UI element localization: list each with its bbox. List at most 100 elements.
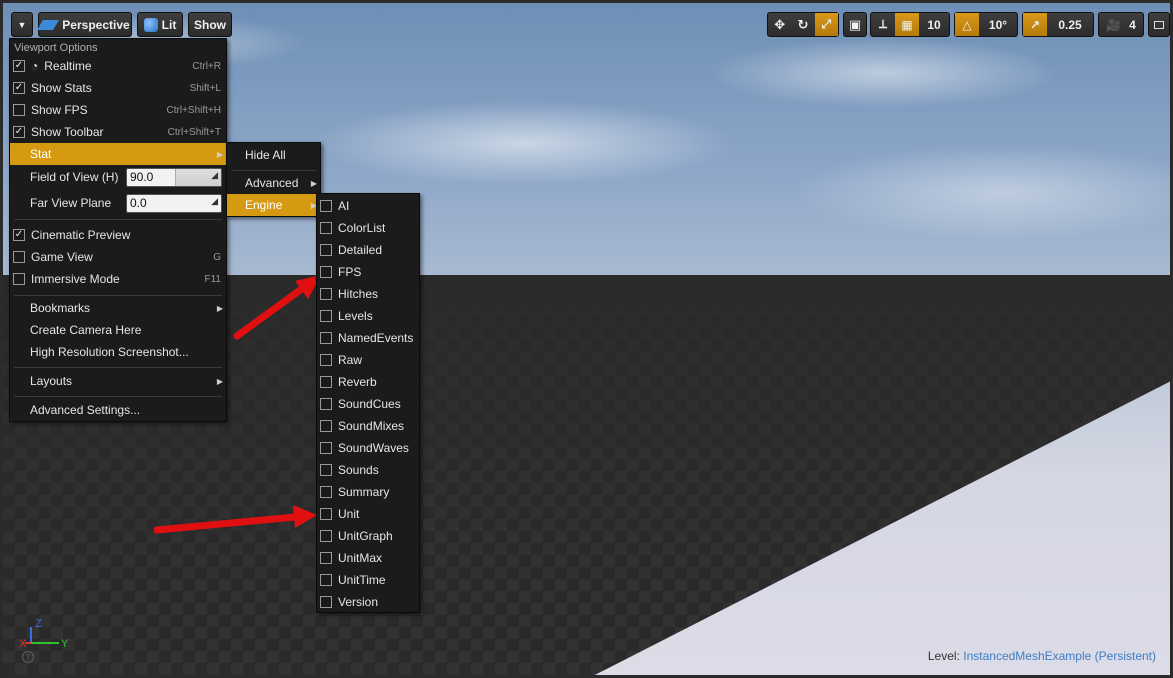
stat-checkbox[interactable] [320,266,332,278]
engine-stat-item[interactable]: Raw [317,349,419,371]
scale-mode-button[interactable]: ⤢ [814,13,838,36]
menu-item-engine[interactable]: Engine ▶ [227,194,320,216]
rotation-snap-toggle[interactable]: △ [955,13,979,36]
grid-snap-value-dropdown[interactable]: 10 [919,13,949,36]
menu-item-game-view[interactable]: Game View G [10,246,226,268]
engine-stat-item[interactable]: UnitGraph [317,525,419,547]
rotation-snap-group: △ 10° [954,12,1018,37]
stat-checkbox[interactable] [320,596,332,608]
stat-checkbox[interactable] [320,464,332,476]
rotation-snap-value-dropdown[interactable]: 10° [979,13,1017,36]
engine-stat-item[interactable]: UnitMax [317,547,419,569]
menu-item-cinematic-preview[interactable]: ✓ Cinematic Preview [10,224,226,246]
menu-item-hide-all[interactable]: Hide All [227,144,320,166]
engine-stat-item[interactable]: Unit [317,503,419,525]
layouts-label: Layouts [30,374,73,388]
stat-checkbox[interactable] [320,376,332,388]
surface-snap-button[interactable]: ⟂ [871,13,895,36]
level-viewport[interactable]: ▼ Perspective Lit Show ✥ ↻ ⤢ ▣ ⟂ ▦ 10 △ … [0,0,1173,678]
stat-checkbox[interactable] [320,354,332,366]
stat-checkbox[interactable] [320,222,332,234]
hide-all-label: Hide All [245,148,286,162]
stat-checkbox[interactable] [320,508,332,520]
advanced-settings-label: Advanced Settings... [30,403,141,417]
stat-checkbox[interactable] [320,288,332,300]
engine-stat-item[interactable]: SoundWaves [317,437,419,459]
realtime-icon: ◔ [31,59,39,73]
surface-snap-icon: ⟂ [878,17,887,31]
grid-snap-group: ⟂ ▦ 10 [870,12,950,37]
engine-stat-item[interactable]: SoundCues [317,393,419,415]
stat-checkbox[interactable] [320,486,332,498]
engine-stat-item[interactable]: FPS [317,261,419,283]
menu-item-show-fps[interactable]: Show FPS Ctrl+Shift+H [10,99,226,121]
menu-item-layouts[interactable]: Layouts ▶ [10,370,226,392]
stat-checkbox[interactable] [320,442,332,454]
lit-button[interactable]: Lit [137,12,183,37]
immersive-mode-checkbox[interactable] [13,273,25,285]
menu-item-bookmarks[interactable]: Bookmarks ▶ [10,297,226,319]
coordinate-space-button[interactable]: ▣ [843,12,867,37]
engine-stat-item[interactable]: Levels [317,305,419,327]
stat-checkbox[interactable] [320,332,332,344]
camera-speed-button[interactable]: 🎥 4 [1098,12,1144,37]
engine-stat-item[interactable]: AI [317,195,419,217]
show-toolbar-shortcut: Ctrl+Shift+T [167,126,221,138]
far-plane-input[interactable]: 0.0 ◢ [126,194,222,213]
camera-speed-icon: 🎥 [1106,17,1122,32]
menu-item-stat[interactable]: Stat ▶ [10,143,226,165]
show-fps-checkbox[interactable] [13,104,25,116]
fov-input[interactable]: 90.0 ◢ [126,168,222,187]
show-button[interactable]: Show [188,12,232,37]
stat-checkbox[interactable] [320,552,332,564]
stat-checkbox[interactable] [320,420,332,432]
game-view-checkbox[interactable] [13,251,25,263]
stat-checkbox[interactable] [320,530,332,542]
far-plane-value: 0.0 [130,196,147,210]
rotate-mode-button[interactable]: ↻ [791,13,814,36]
stat-checkbox[interactable] [320,398,332,410]
menu-item-show-toolbar[interactable]: ✓ Show Toolbar Ctrl+Shift+T [10,121,226,143]
menu-item-show-stats[interactable]: ✓ Show Stats Shift+L [10,77,226,99]
menu-item-realtime[interactable]: ✓ ◔ Realtime Ctrl+R [10,55,226,77]
stat-item-label: SoundMixes [338,419,405,433]
y-axis-label: Y [61,638,69,650]
realtime-checkbox[interactable]: ✓ [13,60,25,72]
maximize-viewport-button[interactable] [1148,12,1170,37]
show-toolbar-label: Show Toolbar [31,125,104,139]
stat-item-label: ColorList [338,221,386,235]
engine-stat-item[interactable]: Version [317,591,419,613]
grid-snap-toggle[interactable]: ▦ [895,13,919,36]
stat-item-label: NamedEvents [338,331,414,345]
engine-stat-item[interactable]: SoundMixes [317,415,419,437]
cinematic-preview-checkbox[interactable]: ✓ [13,229,25,241]
engine-stat-item[interactable]: Summary [317,481,419,503]
camera-speed-value: 4 [1129,17,1136,32]
engine-stat-item[interactable]: ColorList [317,217,419,239]
menu-item-advanced[interactable]: Advanced ▶ [227,172,320,194]
realtime-shortcut: Ctrl+R [192,60,221,72]
scale-snap-value-dropdown[interactable]: 0.25 [1047,13,1093,36]
stat-checkbox[interactable] [320,244,332,256]
scale-snap-toggle[interactable]: ↗ [1023,13,1047,36]
engine-stat-item[interactable]: Reverb [317,371,419,393]
translate-mode-button[interactable]: ✥ [768,13,791,36]
z-axis-label: Z [35,618,42,630]
engine-stat-item[interactable]: Hitches [317,283,419,305]
menu-item-create-camera[interactable]: Create Camera Here [10,319,226,341]
stat-checkbox[interactable] [320,310,332,322]
engine-stat-item[interactable]: Sounds [317,459,419,481]
stat-checkbox[interactable] [320,200,332,212]
menu-item-immersive-mode[interactable]: Immersive Mode F11 [10,268,226,290]
perspective-button[interactable]: Perspective [37,12,132,37]
engine-stat-item[interactable]: NamedEvents [317,327,419,349]
menu-item-advanced-settings[interactable]: Advanced Settings... [10,399,226,421]
menu-item-high-res-screenshot[interactable]: High Resolution Screenshot... [10,341,226,363]
engine-stat-item[interactable]: UnitTime [317,569,419,591]
immersive-mode-label: Immersive Mode [31,272,120,286]
show-toolbar-checkbox[interactable]: ✓ [13,126,25,138]
engine-stat-item[interactable]: Detailed [317,239,419,261]
viewport-options-button[interactable]: ▼ [11,12,33,37]
show-stats-checkbox[interactable]: ✓ [13,82,25,94]
stat-checkbox[interactable] [320,574,332,586]
